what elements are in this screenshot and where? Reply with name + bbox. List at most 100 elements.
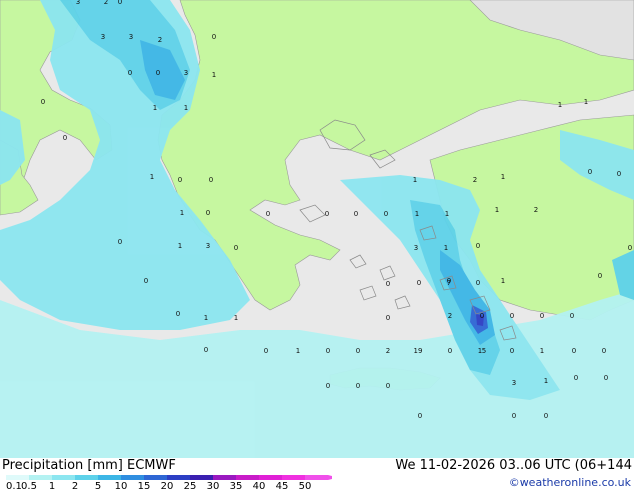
precip-value-label: 2 <box>534 206 538 214</box>
legend-tick-label: 45 <box>276 481 289 490</box>
precip-value-label: 3 <box>129 33 133 41</box>
precip-value-label: 1 <box>212 71 216 79</box>
legend-swatch <box>259 475 282 480</box>
precip-value-label: 0 <box>206 209 210 217</box>
legend-swatch <box>282 475 305 480</box>
precip-value-label: 1 <box>178 242 182 250</box>
precip-value-label: 0 <box>574 374 578 382</box>
legend-tick-label: 40 <box>253 481 266 490</box>
precip-value-label: 3 <box>512 379 516 387</box>
precip-value-label: 0 <box>384 210 388 218</box>
precip-value-label: 1 <box>544 377 548 385</box>
precip-value-label: 0 <box>588 168 592 176</box>
precip-value-label: 0 <box>480 312 484 320</box>
precip-value-label: 1 <box>501 173 505 181</box>
legend-tick-label: 0.1 <box>6 481 22 490</box>
precip-value-label: 0 <box>544 412 548 420</box>
precip-value-label: 0 <box>510 312 514 320</box>
legend-swatch <box>75 475 98 480</box>
precip-value-label: 0 <box>598 272 602 280</box>
precip-value-label: 3 <box>206 242 210 250</box>
precip-value-label: 0 <box>178 176 182 184</box>
precip-value-label: 0 <box>417 279 421 287</box>
precip-value-label: 0 <box>356 382 360 390</box>
legend-swatch <box>213 475 236 480</box>
precip-value-label: 0 <box>448 347 452 355</box>
legend-tick-label: 15 <box>138 481 151 490</box>
credit-link[interactable]: ©weatheronline.co.uk <box>509 476 631 489</box>
precip-value-label: 1 <box>495 206 499 214</box>
legend-tick-label: 0.5 <box>21 481 37 490</box>
weather-map-app: 3203320031011001001013000001112112110011… <box>0 0 634 490</box>
legend-tick-label: 25 <box>184 481 197 490</box>
precip-value-label: 0 <box>572 347 576 355</box>
precip-value-label: 0 <box>418 412 422 420</box>
legend-arrow <box>328 475 332 480</box>
precip-value-label: 1 <box>444 244 448 252</box>
precip-value-label: 0 <box>234 244 238 252</box>
precip-value-label: 0 <box>617 170 621 178</box>
precip-value-label: 1 <box>540 347 544 355</box>
precip-value-label: 0 <box>510 347 514 355</box>
precip-value-label: 1 <box>234 314 238 322</box>
precip-value-label: 1 <box>204 314 208 322</box>
precip-value-label: 0 <box>264 347 268 355</box>
precip-value-label: 0 <box>325 210 329 218</box>
precip-value-label: 0 <box>570 312 574 320</box>
precip-value-label: 0 <box>386 382 390 390</box>
legend-tick-label: 2 <box>72 481 78 490</box>
precip-value-label: 0 <box>476 279 480 287</box>
precip-value-label: 5 <box>482 347 486 355</box>
precip-value-label: 0 <box>209 176 213 184</box>
legend-swatch <box>167 475 190 480</box>
precip-value-label: 1 <box>501 277 505 285</box>
precipitation-legend: 0.1 0.5 1 2 5 10 15 20 25 30 35 40 45 50 <box>6 475 332 490</box>
precip-value-label: 3 <box>184 69 188 77</box>
precip-value-label: 2 <box>158 36 162 44</box>
map-title: Precipitation [mm] ECMWF <box>2 458 176 473</box>
precip-value-label: 0 <box>144 277 148 285</box>
precip-value-label: 0 <box>386 314 390 322</box>
precipitation-map[interactable]: 3 2 0 3 3 2 0 0 3 1 0 1 1 0 0 1 0 0 1 0 1 3 0 0 0 0 0 1 1 1 2 1 1 2 1 1 0 0 1 1… <box>0 0 634 458</box>
precip-value-label: 1 <box>558 101 562 109</box>
legend-swatch <box>121 475 144 480</box>
precip-value-label: 2 <box>386 347 390 355</box>
map-footer: Precipitation [mm] ECMWF We 11-02-2026 0… <box>0 458 634 490</box>
precip-value-label: 0 <box>156 69 160 77</box>
precip-value-label: 0 <box>356 347 360 355</box>
precip-value-label: 0 <box>604 374 608 382</box>
legend-swatch <box>305 475 328 480</box>
legend-swatch <box>190 475 213 480</box>
precip-value-label: 1 <box>180 209 184 217</box>
precip-value-label: 0 <box>128 69 132 77</box>
map-canvas: 3 2 0 3 3 2 0 0 3 1 0 1 1 0 0 1 0 0 1 0 1 3 0 0 0 0 0 1 1 1 2 1 1 2 1 1 0 0 1 1… <box>0 0 634 458</box>
precip-value-label: 0 <box>63 134 67 142</box>
precip-value-label: 0 <box>212 33 216 41</box>
precip-value-label: 0 <box>41 98 45 106</box>
precip-value-label: 0 <box>354 210 358 218</box>
precip-value-label: 0 <box>326 382 330 390</box>
precip-value-label: 0 <box>476 242 480 250</box>
precip-value-label: 1 <box>413 176 417 184</box>
precip-value-label: 0 <box>176 310 180 318</box>
legend-swatch <box>144 475 167 480</box>
precip-value-label: 0 <box>386 280 390 288</box>
precip-value-label: 2 <box>448 312 452 320</box>
legend-swatch <box>6 475 29 480</box>
legend-tick-label: 1 <box>49 481 55 490</box>
precip-value-label: 1 <box>153 104 157 112</box>
precip-value-label: 0 <box>118 238 122 246</box>
legend-tick-label: 35 <box>230 481 243 490</box>
precip-value-label: 0 <box>204 346 208 354</box>
legend-tick-label: 20 <box>161 481 174 490</box>
precip-value-label: 1 <box>445 210 449 218</box>
legend-swatch <box>52 475 75 480</box>
precip-value-label: 0 <box>540 312 544 320</box>
legend-swatch <box>236 475 259 480</box>
precip-value-label: 0 <box>118 0 122 6</box>
precip-value-label: 0 <box>602 347 606 355</box>
legend-swatch <box>29 475 52 480</box>
precip-value-label: 1 <box>296 347 300 355</box>
precip-value-label: 7 <box>447 279 451 287</box>
precip-value-label: 3 <box>101 33 105 41</box>
